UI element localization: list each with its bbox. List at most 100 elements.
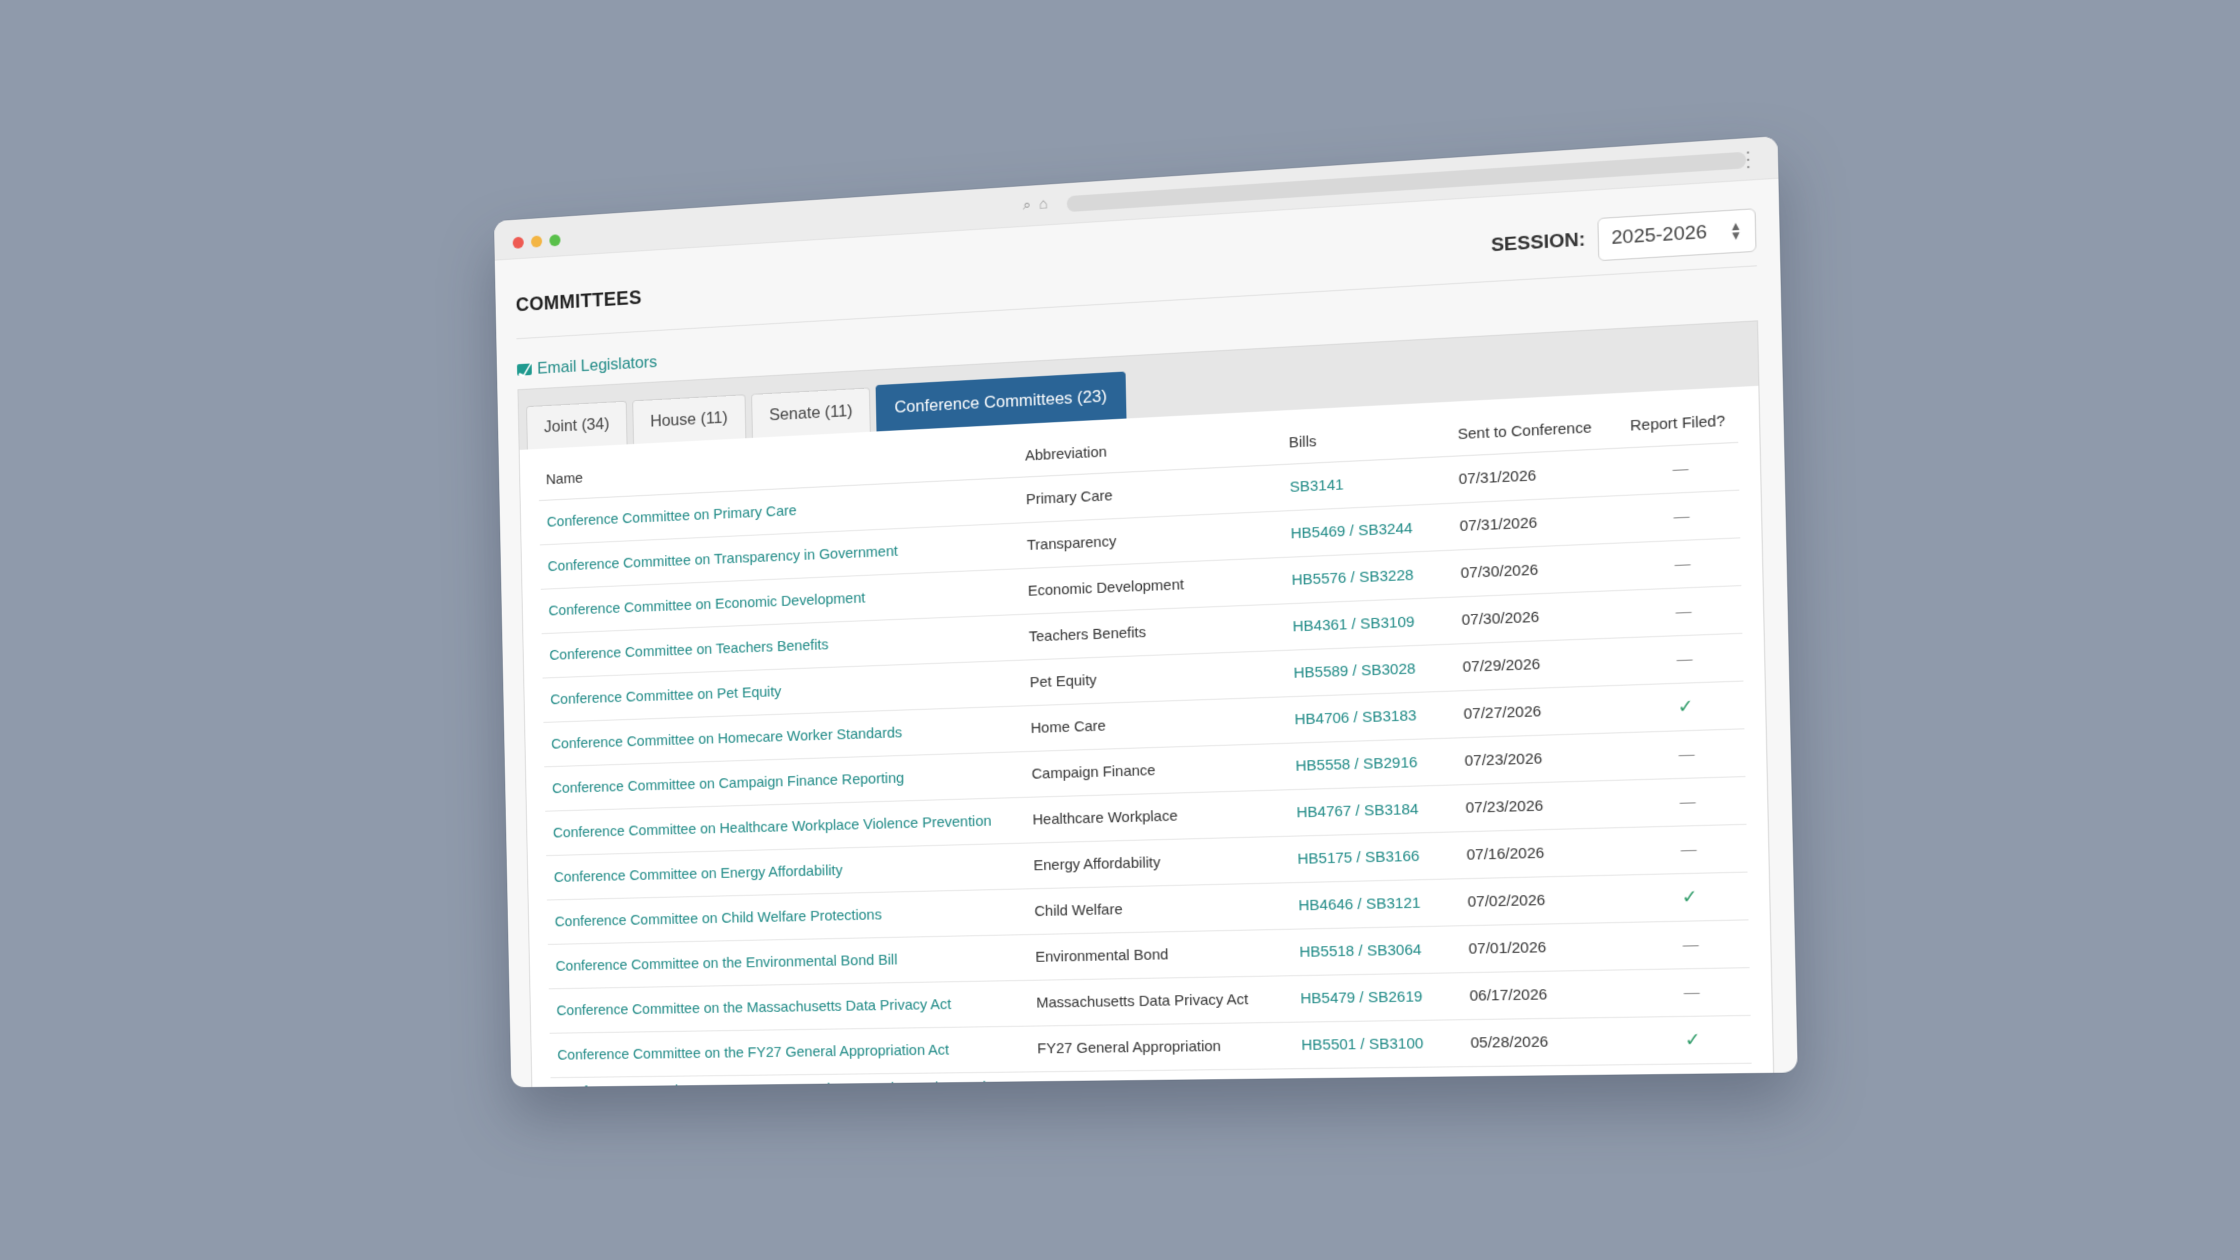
bills-link[interactable]: HB5479 / SB2619 — [1300, 988, 1422, 1007]
bills-cell: HB4706 / SB3183 — [1286, 691, 1456, 744]
check-icon: ✓ — [1677, 695, 1694, 717]
bills-cell: SB3141 — [1281, 456, 1451, 512]
abbreviation-cell: Healthcare Workplace — [1024, 789, 1289, 844]
dash-icon: — — [1672, 459, 1689, 479]
sent-date-cell: 07/31/2026 — [1450, 495, 1625, 551]
tab-senate[interactable]: Senate (11) — [750, 387, 872, 438]
dash-icon: — — [1683, 983, 1700, 1002]
bills-link[interactable]: HB4361 / SB3109 — [1292, 613, 1414, 635]
report-filed-cell: — — [1630, 824, 1748, 875]
committee-link[interactable]: Conference Committee on Economic Develop… — [548, 590, 865, 620]
report-filed-cell: — — [1629, 776, 1747, 828]
minimize-window-button[interactable] — [530, 235, 543, 248]
bills-cell: HB4646 / SB3121 — [1289, 878, 1460, 930]
committee-link[interactable]: Conference Committee on Homecare Worker … — [551, 724, 902, 752]
dash-icon: — — [1679, 793, 1696, 812]
report-filed-cell: — — [1635, 1063, 1753, 1088]
report-filed-cell: — — [1632, 919, 1750, 970]
menu-kebab-icon[interactable]: ⋮ — [1737, 146, 1759, 173]
bills-link[interactable]: HB5558 / SB2916 — [1295, 754, 1417, 775]
bills-link[interactable]: HB5576 / SB3228 — [1291, 567, 1413, 589]
committee-link[interactable]: Conference Committee on Pet Equity — [550, 683, 781, 708]
abbreviation-cell: Campaign Finance — [1023, 743, 1288, 798]
column-header-report[interactable]: Report Filed? — [1621, 399, 1739, 449]
sent-date-cell: 07/31/2026 — [1449, 448, 1624, 504]
committee-link[interactable]: Conference Committee on Healthcare Workp… — [553, 813, 992, 842]
committee-link[interactable]: Conference Committee on Transparency in … — [547, 543, 898, 575]
sent-date-cell: 07/30/2026 — [1452, 590, 1627, 645]
close-window-button[interactable] — [512, 236, 524, 249]
toolbar-icons: ⌕ ⌂ — [1023, 195, 1048, 214]
bills-link[interactable]: HB4767 / SB3184 — [1296, 801, 1418, 822]
check-icon: ✓ — [1684, 1029, 1701, 1051]
committee-link[interactable]: Conference Committee on Teachers Benefit… — [549, 636, 828, 663]
bills-link[interactable]: HB5589 / SB3028 — [1293, 660, 1415, 682]
abbreviation-cell: Massachusetts Data Privacy Act — [1028, 975, 1293, 1027]
committee-link[interactable]: Conference Committee on the Environmenta… — [555, 952, 897, 975]
bills-link[interactable]: HB5518 / SB3064 — [1299, 941, 1421, 961]
report-filed-cell: — — [1624, 537, 1742, 591]
committee-link[interactable]: Conference Committee on Primary Care — [547, 502, 797, 530]
search-icon[interactable]: ⌕ — [1023, 197, 1032, 214]
sent-date-cell: 07/29/2026 — [1453, 637, 1628, 692]
bills-cell: HB5558 / SB2916 — [1286, 737, 1457, 790]
dash-icon: — — [1673, 507, 1690, 526]
session-label: SESSION: — [1490, 229, 1586, 257]
bills-link[interactable]: HB5501 / SB3100 — [1301, 1035, 1423, 1054]
abbreviation-cell: Environmental Bond — [1027, 929, 1292, 981]
committee-link[interactable]: Conference Committee on Energy Affordabi… — [554, 862, 843, 886]
committee-link[interactable]: Conference Committee on Campaign Finance… — [552, 770, 904, 797]
maximize-window-button[interactable] — [549, 234, 561, 247]
home-icon[interactable]: ⌂ — [1039, 195, 1048, 212]
sent-date-cell: 07/01/2026 — [1459, 922, 1634, 973]
bills-link[interactable]: HB4706 / SB3183 — [1294, 707, 1416, 728]
report-filed-cell: — — [1625, 585, 1743, 638]
bills-cell: HB5589 / SB3028 — [1285, 644, 1455, 697]
report-filed-cell: — — [1628, 728, 1746, 780]
tab-joint[interactable]: Joint (34) — [526, 400, 628, 450]
abbreviation-cell: Energy Affordability — [1025, 836, 1290, 889]
abbreviation-cell: School Phone Ban — [1029, 1068, 1295, 1088]
committee-link[interactable]: Conference Committee on To Promote Stude… — [558, 1078, 986, 1087]
dash-icon: — — [1678, 745, 1695, 764]
report-filed-cell: — — [1633, 967, 1751, 1018]
session-picker: SESSION: 2025-2026 ▲ ▼ — [1491, 208, 1757, 267]
session-value: 2025-2026 — [1611, 221, 1708, 250]
table-body: Conference Committee on Primary Care Prim… — [538, 442, 1753, 1088]
session-select[interactable]: 2025-2026 ▲ ▼ — [1597, 208, 1757, 262]
abbreviation-cell: Home Care — [1022, 696, 1287, 752]
bills-cell: HB5576 / SB3228 — [1283, 550, 1453, 604]
committee-link[interactable]: Conference Committee on Child Welfare Pr… — [555, 907, 882, 931]
committee-link[interactable]: Conference Committee on the FY27 General… — [557, 1042, 949, 1064]
bills-cell: HB5175 / SB3166 — [1288, 831, 1459, 883]
report-filed-cell: ✓ — [1627, 681, 1745, 733]
sent-date-cell: 07/02/2026 — [1458, 874, 1633, 926]
report-filed-cell: ✓ — [1631, 872, 1749, 923]
bills-link[interactable]: HB5366 / SB2581 — [1302, 1082, 1424, 1087]
bills-link[interactable]: HB4646 / SB3121 — [1298, 894, 1420, 914]
bills-cell: HB4767 / SB3184 — [1287, 784, 1458, 837]
dash-icon: — — [1675, 602, 1692, 621]
committee-link[interactable]: Conference Committee on the Massachusett… — [556, 996, 951, 1019]
bills-cell: HB4361 / SB3109 — [1284, 597, 1454, 651]
sent-date-cell: 05/28/2026 — [1461, 1017, 1636, 1067]
bills-link[interactable]: SB3141 — [1290, 476, 1344, 496]
report-filed-cell: ✓ — [1634, 1015, 1752, 1065]
committee-name-cell: Conference Committee on the FY27 General… — [549, 1026, 1030, 1078]
report-filed-cell: — — [1622, 442, 1740, 496]
email-legislators-label: Email Legislators — [537, 352, 658, 378]
dash-icon: — — [1680, 840, 1697, 859]
committees-panel: Joint (34) House (11) Senate (11) Confer… — [517, 320, 1776, 1088]
bills-cell: HB5469 / SB3244 — [1282, 503, 1452, 558]
tab-house[interactable]: House (11) — [632, 394, 747, 445]
report-filed-cell: — — [1623, 490, 1741, 543]
abbreviation-cell: FY27 General Appropriation — [1028, 1022, 1294, 1072]
dash-icon: — — [1686, 1079, 1702, 1087]
bills-link[interactable]: HB5469 / SB3244 — [1290, 520, 1412, 543]
bills-link[interactable]: HB5175 / SB3166 — [1297, 848, 1419, 868]
page-content: COMMITTEES SESSION: 2025-2026 ▲ ▼ Email L… — [495, 179, 1798, 1088]
envelope-icon — [516, 363, 532, 376]
committees-table: Name Abbreviation Bills Sent to Conferen… — [538, 399, 1753, 1088]
sent-date-cell: 05/20/2026 — [1462, 1064, 1637, 1088]
sent-date-cell: 07/16/2026 — [1457, 827, 1632, 879]
